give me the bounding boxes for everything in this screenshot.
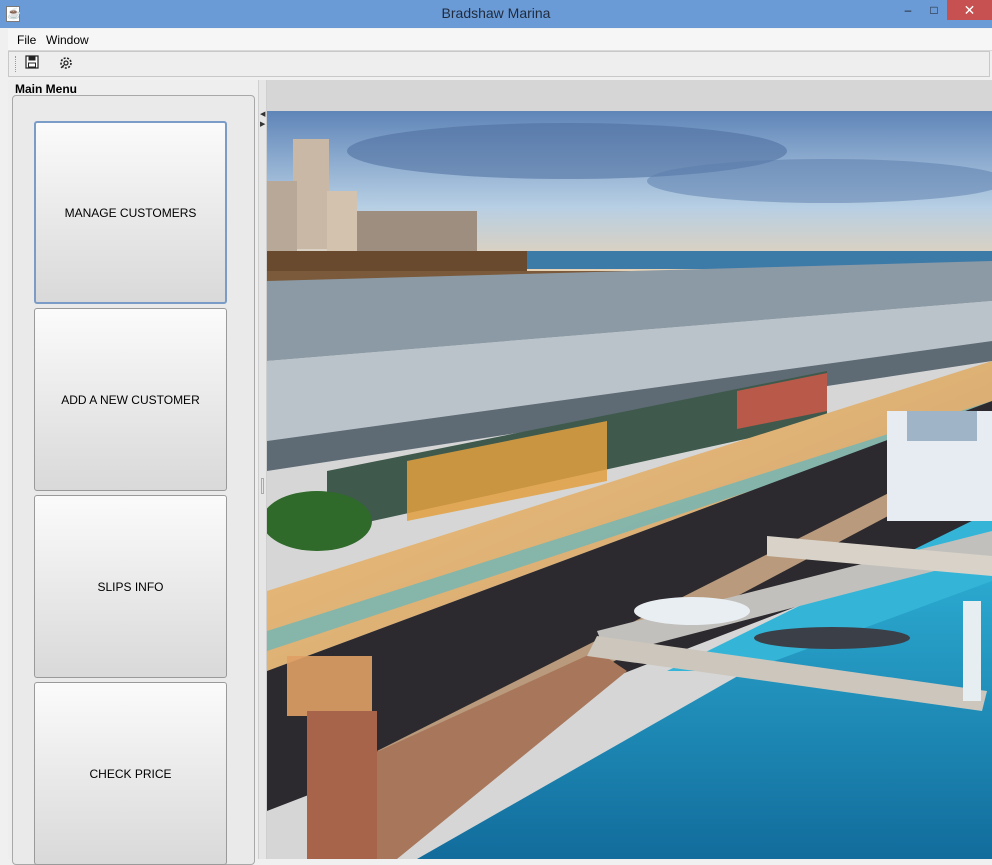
marina-image bbox=[267, 111, 992, 859]
maximize-button[interactable]: □ bbox=[921, 0, 947, 20]
add-new-customer-button[interactable]: ADD A NEW CUSTOMER bbox=[34, 308, 227, 491]
menu-window[interactable]: Window bbox=[46, 33, 89, 47]
desktop-area bbox=[267, 80, 992, 859]
window-title: Bradshaw Marina bbox=[441, 5, 551, 21]
minimize-button[interactable]: – bbox=[895, 0, 921, 20]
settings-icon[interactable] bbox=[57, 55, 75, 73]
panel-title: Main Menu bbox=[15, 82, 77, 96]
title-bar: ☕ Bradshaw Marina – □ ✕ bbox=[0, 0, 992, 28]
toolbar-grip[interactable] bbox=[15, 56, 18, 72]
save-icon[interactable] bbox=[23, 55, 41, 73]
slips-info-button[interactable]: SLIPS INFO bbox=[34, 495, 227, 678]
toolbar bbox=[8, 51, 990, 77]
split-pane-divider[interactable]: ◀ ▶ bbox=[258, 80, 267, 859]
expand-right-icon[interactable]: ▶ bbox=[260, 121, 265, 129]
menu-bar: File Window bbox=[8, 29, 992, 51]
collapse-left-icon[interactable]: ◀ bbox=[260, 111, 265, 119]
menu-file[interactable]: File bbox=[17, 33, 36, 47]
divider-grip[interactable] bbox=[261, 478, 264, 494]
manage-customers-button[interactable]: MANAGE CUSTOMERS bbox=[34, 121, 227, 304]
close-button[interactable]: ✕ bbox=[947, 0, 992, 20]
main-menu-panel: Main Menu MANAGE CUSTOMERS ADD A NEW CUS… bbox=[8, 80, 258, 865]
check-price-button[interactable]: CHECK PRICE bbox=[34, 682, 227, 865]
